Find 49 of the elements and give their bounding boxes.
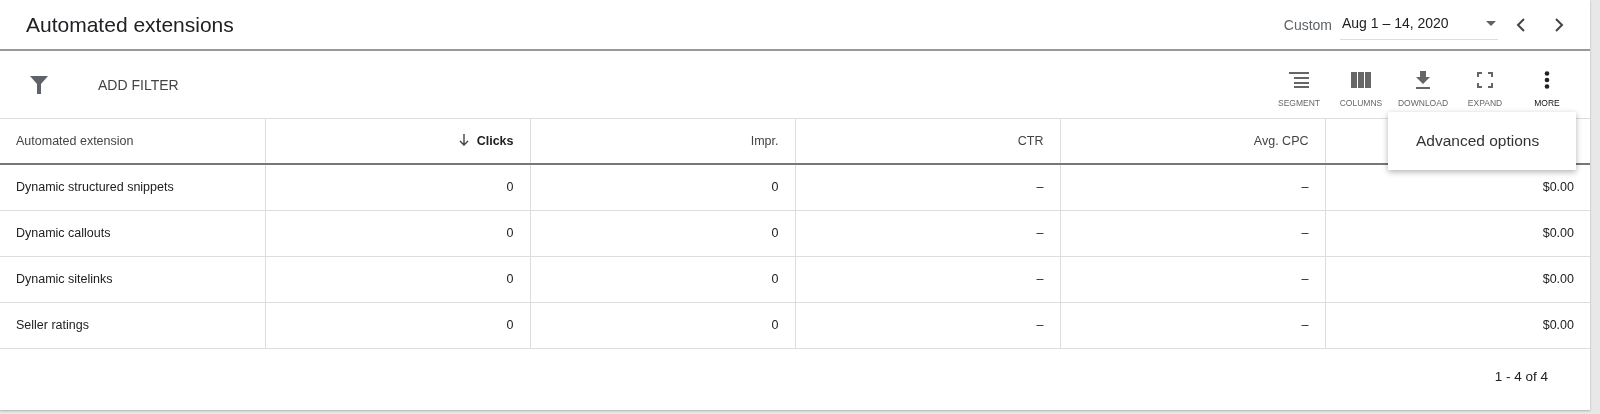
column-header[interactable]: Automated extension (0, 119, 265, 164)
table-cell: – (1060, 210, 1325, 256)
pagination-text: 1 - 4 of 4 (1494, 369, 1548, 384)
date-range-label: Custom (1283, 16, 1332, 33)
table-cell: Seller ratings (0, 302, 265, 348)
table-cell: 0 (530, 302, 795, 348)
sort-down-arrow-icon (458, 134, 469, 146)
table-cell: – (1060, 256, 1325, 302)
column-header[interactable]: CTR (795, 119, 1060, 164)
add-filter-button[interactable]: ADD FILTER (98, 70, 179, 99)
table-cell: $0.00 (1325, 256, 1590, 302)
chevron-right-icon (1554, 17, 1564, 32)
download-icon (1415, 71, 1431, 89)
table-cell: – (795, 164, 1060, 210)
more-icon (1544, 71, 1550, 89)
table-cell: Dynamic sitelinks (0, 256, 265, 302)
table-cell: 0 (265, 164, 530, 210)
column-header[interactable]: Avg. CPC (1060, 119, 1325, 164)
table-cell: – (1060, 164, 1325, 210)
filter-icon[interactable] (30, 75, 48, 94)
caret-icon (1486, 20, 1496, 26)
table-cell: 0 (265, 302, 530, 348)
table-cell: Dynamic callouts (0, 210, 265, 256)
table-cell: 0 (530, 256, 795, 302)
toolbar-button[interactable]: COLUMNS (1330, 57, 1392, 112)
table-cell: – (1060, 302, 1325, 348)
toolbar-button[interactable]: SEGMENT (1268, 57, 1330, 112)
date-range-dropdown[interactable]: Aug 1 – 14, 2020 (1340, 9, 1498, 40)
table-cell: – (795, 210, 1060, 256)
table-cell: $0.00 (1325, 210, 1590, 256)
menu-item[interactable]: Advanced options (1388, 126, 1576, 156)
expand-icon (1477, 71, 1493, 89)
table-cell: 0 (265, 210, 530, 256)
toolbar-button[interactable]: DOWNLOAD (1392, 57, 1454, 112)
column-header[interactable]: Impr. (530, 119, 795, 164)
columns-icon (1351, 71, 1371, 89)
table-cell: Dynamic structured snippets (0, 164, 265, 210)
toolbar-button[interactable]: EXPAND (1454, 57, 1516, 112)
toolbar-button[interactable]: MORE (1516, 57, 1578, 112)
table-cell: $0.00 (1325, 302, 1590, 348)
table-cell: – (795, 256, 1060, 302)
table-cell: – (795, 302, 1060, 348)
table-cell: 0 (265, 256, 530, 302)
table-cell: 0 (530, 164, 795, 210)
chevron-left-icon (1516, 17, 1526, 32)
column-header[interactable]: Clicks (265, 119, 530, 164)
page-title: Automated extensions (26, 12, 234, 37)
table-cell: 0 (530, 210, 795, 256)
lines-icon (1289, 71, 1309, 89)
